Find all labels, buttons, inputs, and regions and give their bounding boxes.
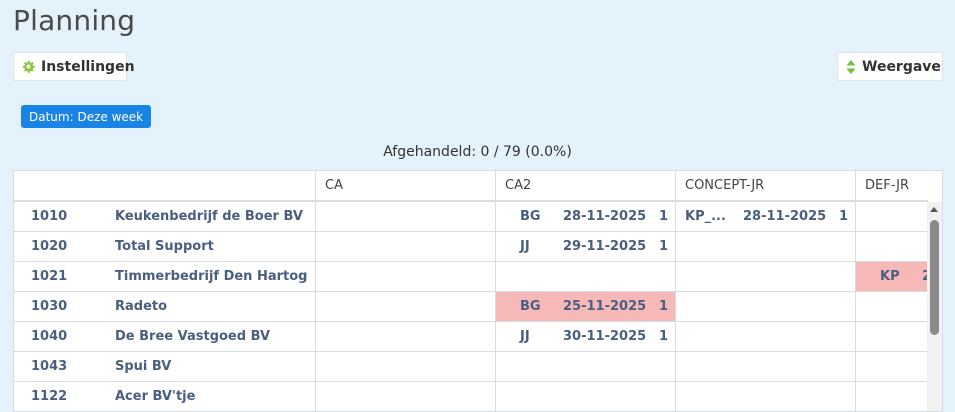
planning-cell[interactable] — [855, 382, 928, 411]
planning-cell[interactable] — [315, 202, 495, 231]
cell-count: 1 — [659, 239, 669, 254]
table-row[interactable]: 1043 Spui BV — [14, 352, 928, 382]
table-row[interactable]: 1122 Acer BV'tje — [14, 382, 928, 411]
relation-name[interactable]: Spui BV — [115, 352, 171, 382]
planning-cell[interactable] — [675, 292, 855, 321]
planning-cell[interactable] — [675, 322, 855, 351]
planning-cell[interactable]: KP_... 28-11-2025 1 — [675, 202, 855, 231]
relation-name[interactable]: Radeto — [115, 292, 167, 322]
column-header-ca2[interactable]: CA2 — [495, 171, 675, 200]
settings-button[interactable]: Instellingen — [13, 52, 135, 81]
planning-cell[interactable] — [495, 262, 675, 291]
planning-cell[interactable] — [855, 292, 928, 321]
settings-label: Instellingen — [41, 58, 135, 75]
planning-cell[interactable] — [315, 232, 495, 261]
planning-cell[interactable] — [315, 322, 495, 351]
cell-assignee: JJ — [520, 329, 530, 344]
planning-cell[interactable]: JJ 30-11-2025 1 — [495, 322, 675, 351]
planning-cell[interactable] — [315, 292, 495, 321]
table-row[interactable]: 1010 Keukenbedrijf de Boer BV BG 28-11-2025… — [14, 202, 928, 232]
planning-cell[interactable] — [495, 382, 675, 411]
cell-date: 25-11-2025 — [563, 299, 647, 314]
relation-code[interactable]: 1043 — [31, 352, 67, 382]
planning-cell[interactable] — [315, 382, 495, 411]
table-row[interactable]: 1040 De Bree Vastgoed BV JJ 30-11-2025 1 — [14, 322, 928, 352]
planning-cell[interactable] — [315, 262, 495, 291]
column-header-ca[interactable]: CA — [315, 171, 495, 200]
relation-name[interactable]: Total Support — [115, 232, 214, 262]
relation-code[interactable]: 1122 — [31, 382, 67, 411]
vertical-scrollbar[interactable] — [927, 202, 942, 411]
cell-assignee: JJ — [520, 239, 530, 254]
relation-code[interactable]: 1030 — [31, 292, 67, 322]
relation-code[interactable]: 1020 — [31, 232, 67, 262]
planning-cell[interactable] — [855, 352, 928, 381]
date-filter-badge[interactable]: Datum: Deze week — [21, 105, 152, 128]
column-header-concept-jr[interactable]: CONCEPT-JR — [675, 171, 855, 200]
planning-cell[interactable] — [855, 322, 928, 351]
planning-cell[interactable] — [495, 352, 675, 381]
cell-count: 1 — [659, 299, 669, 314]
page-title: Planning — [13, 4, 136, 37]
relation-code[interactable]: 1040 — [31, 322, 67, 352]
scroll-up-icon[interactable] — [930, 207, 938, 212]
planning-cell[interactable] — [675, 382, 855, 411]
view-button[interactable]: Weergave — [837, 52, 943, 81]
cell-date: 28-11-2025 — [563, 209, 647, 224]
planning-cell[interactable]: BG 28-11-2025 1 — [495, 202, 675, 231]
planning-cell[interactable] — [675, 232, 855, 261]
cell-assignee: BG — [520, 299, 541, 314]
planning-grid: CA CA2 CONCEPT-JR DEF-JR 1010 Keukenbedri… — [13, 170, 943, 412]
grid-header: CA CA2 CONCEPT-JR DEF-JR — [14, 171, 928, 202]
table-row[interactable]: 1021 Timmerbedrijf Den Hartog KP2 — [14, 262, 928, 292]
cell-date: 30-11-2025 — [563, 329, 647, 344]
planning-cell[interactable] — [675, 262, 855, 291]
progress-text: Afgehandeld: 0 / 79 (0.0%) — [383, 144, 572, 160]
cell-date: 28-11-2025 — [743, 209, 827, 224]
relation-code[interactable]: 1010 — [31, 202, 67, 232]
table-row[interactable]: 1020 Total Support JJ 29-11-2025 1 — [14, 232, 928, 262]
gear-icon — [22, 60, 35, 74]
column-header-def-jr[interactable]: DEF-JR — [855, 171, 928, 200]
cell-count: 1 — [839, 209, 849, 224]
planning-cell[interactable] — [855, 202, 928, 231]
planning-cell[interactable]: BG 25-11-2025 1 — [495, 292, 675, 321]
planning-cell[interactable] — [675, 352, 855, 381]
relation-name[interactable]: Timmerbedrijf Den Hartog — [115, 262, 307, 292]
relation-name[interactable]: Keukenbedrijf de Boer BV — [115, 202, 303, 232]
cell-date: 29-11-2025 — [563, 239, 647, 254]
sort-arrows-icon — [846, 59, 856, 74]
cell-assignee: KP_... — [685, 209, 726, 224]
planning-cell[interactable] — [315, 352, 495, 381]
relation-name[interactable]: Acer BV'tje — [115, 382, 195, 411]
cell-assignee: BG — [520, 209, 541, 224]
relation-name[interactable]: De Bree Vastgoed BV — [115, 322, 270, 352]
table-row[interactable]: 1030 Radeto BG 25-11-2025 1 — [14, 292, 928, 322]
scrollbar-thumb[interactable] — [930, 220, 939, 335]
view-label: Weergave — [862, 58, 941, 75]
cell-count: 1 — [659, 329, 669, 344]
relation-code[interactable]: 1021 — [31, 262, 67, 292]
planning-cell[interactable] — [855, 232, 928, 261]
cell-assignee: KP — [880, 269, 900, 284]
planning-cell[interactable]: KP2 — [855, 262, 928, 291]
cell-count: 1 — [659, 209, 669, 224]
planning-cell[interactable]: JJ 29-11-2025 1 — [495, 232, 675, 261]
